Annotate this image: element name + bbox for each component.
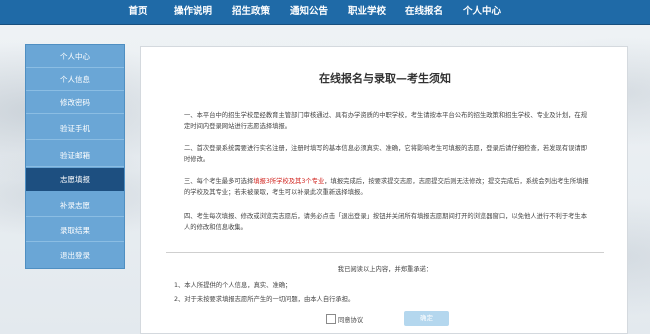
notice-paragraph-3-lead: 三、每个考生最多可选择 [184,178,254,185]
sidebar: 个人中心 个人信息 修改密码 验证手机 验证邮箱 志愿填报 补录志愿 录取结果 … [25,44,125,269]
notice-paragraph-2: 二、首次登录系统需要进行实名注册，注册时填写的基本信息必须真实、准确，它将影响考… [184,145,587,163]
agree-checkbox[interactable] [326,314,336,324]
sidebar-item-volunteer-fill[interactable]: 志愿填报 [26,168,124,191]
nav-online-registration[interactable]: 在线报名 [403,0,445,24]
sidebar-item-logout[interactable]: 退出登录 [26,244,124,267]
agree-checkbox-group[interactable]: 同意协议 [326,313,363,325]
nav-personal-center[interactable]: 个人中心 [461,0,503,24]
commitment-item-2: 2、对于未按要求填报志愿所产生的一切问题，由本人自行承担。 [174,296,355,303]
nav-announcements[interactable]: 通知公告 [288,0,330,24]
nav-home[interactable]: 首页 [123,0,153,24]
notice-paragraph-3-highlight: 填报3所学校及其3个专业 [253,178,325,185]
top-navigation: 首页 操作说明 招生政策 通知公告 职业学校 在线报名 个人中心 [0,0,650,25]
sidebar-item-verify-email[interactable]: 验证邮箱 [26,144,124,167]
sidebar-item-verify-phone[interactable]: 验证手机 [26,117,124,140]
sidebar-item-change-password[interactable]: 修改密码 [26,91,124,114]
sidebar-item-admission-result[interactable]: 录取结果 [26,219,124,242]
notice-panel: 在线报名与录取—考生须知 一、本平台中的招生学校是经教育主管部门审核通过、具有办… [140,46,628,334]
commitment-heading: 我已阅读以上内容，并郑重承诺： [337,266,433,273]
nav-admission-policy[interactable]: 招生政策 [230,0,272,24]
sidebar-item-personal-center[interactable]: 个人中心 [26,45,124,68]
nav-instructions[interactable]: 操作说明 [172,0,214,24]
agree-label: 同意协议 [338,316,364,324]
commitment-item-1: 1、本人所提供的个人信息，真实、准确； [174,282,292,289]
divider [166,252,604,253]
sidebar-item-personal-info[interactable]: 个人信息 [26,68,124,91]
nav-vocational-schools[interactable]: 职业学校 [346,0,388,24]
notice-paragraph-3: 三、每个考生最多可选择填报3所学校及其3个专业，填报完成后，按要求提交志愿，志愿… [184,177,590,198]
confirm-button[interactable]: 确定 [404,311,449,326]
page-title: 在线报名与录取—考生须知 [319,72,451,85]
notice-paragraph-4: 四、考生每次填报、修改或浏览完志愿后，请务必点击「退出登录」按钮并关闭所有填报志… [184,213,587,231]
notice-paragraph-1: 一、本平台中的招生学校是经教育主管部门审核通过、具有办学资质的中职学校，考生请按… [184,112,587,130]
sidebar-item-supplement[interactable]: 补录志愿 [26,194,124,217]
